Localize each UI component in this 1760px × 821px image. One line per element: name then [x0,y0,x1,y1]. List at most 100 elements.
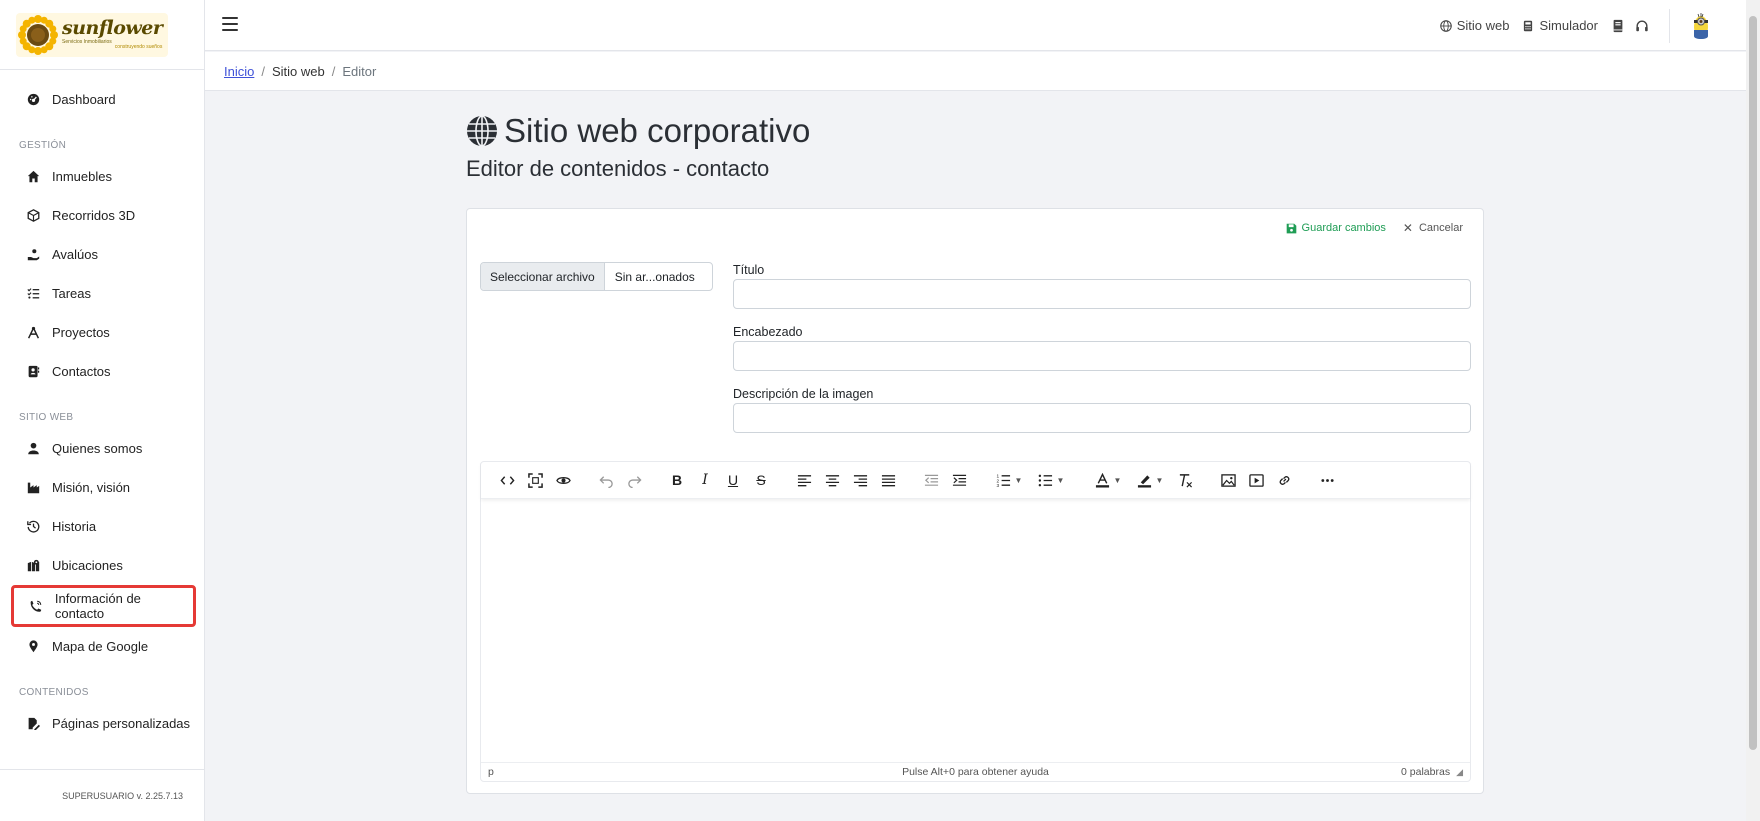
fullscreen-icon[interactable] [521,466,549,494]
insert-media-icon[interactable] [1242,466,1270,494]
sidebar-item-quienes-somos[interactable]: Quienes somos [0,429,204,468]
sidebar-item-paginas-personalizadas[interactable]: Páginas personalizadas [0,704,204,743]
insert-link-icon[interactable] [1270,466,1298,494]
globe-icon [1439,19,1452,32]
sidebar-item-contactos[interactable]: Contactos [0,352,204,391]
cancel-button[interactable]: ✕ Cancelar [1403,221,1463,235]
topbar-link-simulador[interactable]: Simulador [1522,18,1598,33]
sidebar-item-label: Avalúos [52,247,99,262]
calculator-icon [1524,20,1533,31]
save-button[interactable]: Guardar cambios [1286,222,1386,234]
sidebar-item-label: Inmuebles [52,169,112,184]
home-icon [25,170,41,184]
sidebar-item-label: Mapa de Google [52,639,149,654]
sidebar-item-proyectos[interactable]: Proyectos [0,313,204,352]
bold-icon[interactable]: B [663,466,691,494]
word-count[interactable]: 0 palabras [1401,766,1450,778]
close-icon: ✕ [1402,221,1413,235]
dashboard-icon [25,93,41,107]
cube-icon [25,209,41,223]
outdent-icon[interactable] [917,466,945,494]
chevron-down-icon: ▼ [1155,475,1164,485]
page-scrollbar[interactable] [1746,0,1760,821]
sidebar-nav: Dashboard GESTIÓN Inmuebles Recorridos 3… [0,70,204,743]
sidebar-item-informacion-contacto[interactable]: Información de contacto [11,585,196,627]
underline-icon[interactable]: U [719,466,747,494]
element-path[interactable]: p [488,766,494,778]
book-icon[interactable] [1611,19,1625,33]
user-avatar[interactable] [1690,11,1712,41]
align-justify-icon[interactable] [874,466,902,494]
sidebar-item-tareas[interactable]: Tareas [0,274,204,313]
select-file-button[interactable]: Seleccionar archivo [481,263,605,290]
page-title: Sitio web corporativo [466,112,810,150]
sidebar-item-avaluos[interactable]: Avalúos [0,235,204,274]
headset-icon[interactable] [1635,19,1649,33]
insert-image-icon[interactable] [1214,466,1242,494]
floppy-disk-icon [1286,223,1296,233]
highlight-color-icon[interactable]: ▼ [1129,466,1171,494]
align-center-icon[interactable] [818,466,846,494]
sidebar-item-label: Quienes somos [52,441,143,456]
scrollbar-thumb[interactable] [1749,16,1757,750]
cancel-button-label: Cancelar [1418,222,1463,234]
sidebar-item-label: Proyectos [52,325,110,340]
card-actions: Guardar cambios ✕ Cancelar [1286,221,1463,235]
chevron-down-icon: ▼ [1113,475,1122,485]
rich-text-editor: B I U S 1 2 3 ▼ ▼ ▼ ▼ p Pulse Alt+0 para… [480,461,1471,782]
image-file-input[interactable]: Seleccionar archivo Sin ar...onados [480,262,713,291]
sidebar-item-historia[interactable]: Historia [0,507,204,546]
align-right-icon[interactable] [846,466,874,494]
topbar-link-sitio-web[interactable]: Sitio web [1439,18,1510,33]
sidebar-item-mision-vision[interactable]: Misión, visión [0,468,204,507]
breadcrumb-separator: / [331,63,336,79]
breadcrumb-current: Editor [342,63,377,79]
sidebar-item-mapa-google[interactable]: Mapa de Google [0,627,204,666]
topbar-link-label: Simulador [1539,18,1598,33]
section-label-sitio-web: SITIO WEB [19,412,74,423]
source-code-icon[interactable] [493,466,521,494]
topbar: Sitio web Simulador [205,0,1746,51]
chevron-down-icon: ▼ [1056,475,1065,485]
globe-icon [467,115,497,147]
redo-icon[interactable] [620,466,648,494]
sidebar-item-label: Información de contacto [54,591,141,621]
bullet-list-icon[interactable]: ▼ [1030,466,1072,494]
page-title-text: Sitio web corporativo [504,112,811,149]
encabezado-label: Encabezado [733,325,803,339]
strikethrough-icon[interactable]: S [747,466,775,494]
industry-icon [25,481,41,495]
sidebar-item-inmuebles[interactable]: Inmuebles [0,157,204,196]
menu-toggle-icon[interactable] [222,17,238,31]
text-color-icon[interactable]: ▼ [1087,466,1129,494]
editor-content-area[interactable] [481,500,1470,762]
sidebar-item-label: Recorridos 3D [52,208,136,223]
section-label-gestion: GESTIÓN [19,140,67,151]
clear-formatting-icon[interactable] [1171,466,1199,494]
descripcion-imagen-input[interactable] [733,403,1471,433]
sidebar-item-ubicaciones[interactable]: Ubicaciones [0,546,204,585]
topbar-link-label: Sitio web [1456,18,1510,33]
resize-handle-icon[interactable]: ◢ [1456,767,1463,778]
breadcrumb: Inicio / Sitio web / Editor [205,52,1746,91]
breadcrumb-section: Sitio web [271,63,325,79]
section-label-contenidos: CONTENIDOS [19,687,89,698]
numbered-list-icon[interactable]: 1 2 3 ▼ [988,466,1030,494]
sidebar-item-recorridos-3d[interactable]: Recorridos 3D [0,196,204,235]
logo-area: sunflower Servicios Inmobiliarios constr… [0,0,204,70]
preview-eye-icon[interactable] [549,466,577,494]
italic-icon[interactable]: I [691,466,719,494]
brand-logo[interactable]: sunflower Servicios Inmobiliarios constr… [16,12,169,57]
undo-icon[interactable] [592,466,620,494]
encabezado-input[interactable] [733,341,1471,371]
selected-file-name: Sin ar...onados [614,269,695,284]
sidebar-item-dashboard[interactable]: Dashboard [0,80,204,119]
indent-icon[interactable] [945,466,973,494]
align-left-icon[interactable] [790,466,818,494]
sunflower-logo-icon [18,14,58,55]
breadcrumb-home-link[interactable]: Inicio [224,64,254,79]
titulo-input[interactable] [733,279,1471,309]
more-options-icon[interactable] [1313,466,1341,494]
file-edit-icon [25,717,41,731]
svg-text:3: 3 [996,483,999,488]
